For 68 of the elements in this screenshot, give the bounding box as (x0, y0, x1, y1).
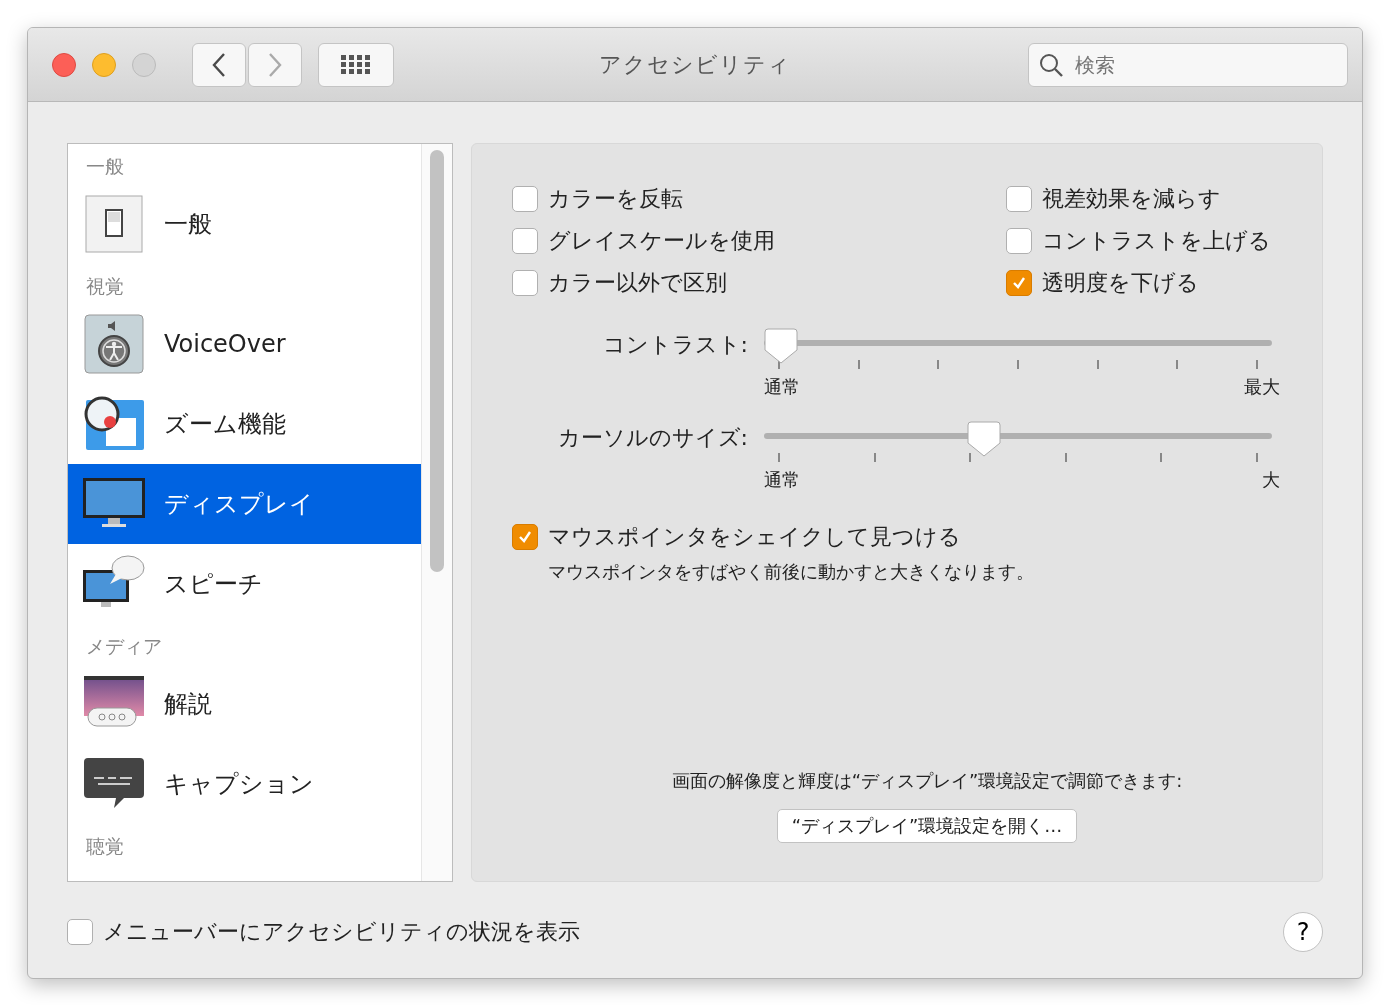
checkbox-label[interactable]: カラー以外で区別 (548, 268, 727, 298)
tick-mark (1016, 360, 1019, 369)
checkbox[interactable] (512, 270, 538, 296)
section-header: 視覚 (85, 274, 125, 299)
tick-mark (937, 360, 940, 369)
checkbox[interactable] (512, 186, 538, 212)
checkbox[interactable] (512, 524, 538, 550)
sidebar-item[interactable]: ズーム機能 (68, 384, 421, 464)
checkbox[interactable] (512, 228, 538, 254)
sidebar-item[interactable]: スピーチ (68, 544, 421, 624)
tick-mark (778, 453, 780, 462)
checkbox[interactable] (1006, 186, 1032, 212)
tick-mark (1160, 453, 1163, 462)
tick-mark (969, 453, 972, 462)
checkbox[interactable] (67, 919, 93, 945)
section-header: 聴覚 (85, 834, 125, 859)
tick-mark (857, 360, 860, 369)
checkbox-label[interactable]: 視差効果を減らす (1042, 184, 1221, 214)
slider-thumb[interactable] (967, 421, 1002, 457)
switch-icon (82, 194, 146, 254)
checkbox-label[interactable]: グレイスケールを使用 (548, 226, 775, 256)
checkmark-icon (1011, 275, 1027, 291)
checkbox-label[interactable]: カラーを反転 (548, 184, 683, 214)
checkbox[interactable] (1006, 270, 1032, 296)
sidebar-item[interactable]: 一般 (68, 184, 421, 264)
section-header: 一般 (85, 154, 125, 179)
sidebar-item[interactable]: ディスプレイ (68, 464, 421, 544)
tick-mark (873, 453, 876, 462)
option-description: マウスポインタをすばやく前後に動かすと大きくなります。 (548, 560, 1035, 584)
min-label: 通常 (764, 375, 800, 399)
slider-label: カーソルのサイズ: (556, 424, 749, 452)
checkbox-label[interactable]: 透明度を下げる (1042, 268, 1199, 298)
search-icon (1038, 51, 1064, 78)
sidebar-item[interactable]: キャプション (68, 744, 421, 824)
tick-mark (1176, 360, 1179, 369)
display-note: 画面の解像度と輝度は“ディスプレイ”環境設定で調節できます: (670, 769, 1184, 793)
show-all-button[interactable] (318, 42, 394, 87)
checkbox-label[interactable]: マウスポインタをシェイクして見つける (548, 522, 961, 552)
grid-icon (341, 54, 371, 75)
slider-label: コントラスト: (601, 331, 749, 359)
slider-thumb[interactable] (764, 328, 798, 364)
max-label: 大 (1262, 468, 1280, 492)
tick-mark (1064, 453, 1067, 462)
checkbox[interactable] (1006, 228, 1032, 254)
accessibility-icon (82, 314, 146, 374)
checkmark-icon (517, 529, 533, 545)
help-button[interactable]: ? (1283, 912, 1323, 952)
section-header: メディア (85, 634, 163, 659)
checkbox-label[interactable]: コントラストを上げる (1042, 226, 1271, 256)
tick-mark (1096, 360, 1099, 369)
search-field[interactable]: 検索 (1028, 42, 1348, 87)
max-label: 最大 (1244, 375, 1280, 399)
checkbox-label[interactable]: メニューバーにアクセシビリティの状況を表示 (103, 917, 580, 947)
back-button[interactable] (192, 42, 246, 87)
scrollbar-thumb[interactable] (430, 150, 444, 572)
zoom-button[interactable] (132, 52, 156, 77)
chevron-right-icon (267, 51, 283, 78)
window-title: アクセシビリティ (599, 50, 791, 79)
close-button[interactable] (52, 52, 76, 77)
sidebar-item[interactable]: VoiceOver (68, 304, 421, 384)
minimize-button[interactable] (92, 52, 116, 77)
open-display-preferences-button[interactable]: “ディスプレイ”環境設定を開く… (776, 809, 1078, 843)
min-label: 通常 (764, 468, 800, 492)
tick-mark (778, 360, 780, 369)
tick-mark (1255, 453, 1258, 462)
sidebar-item[interactable]: 解説 (68, 664, 421, 744)
tick-mark (1255, 360, 1258, 369)
chevron-left-icon (211, 51, 227, 78)
